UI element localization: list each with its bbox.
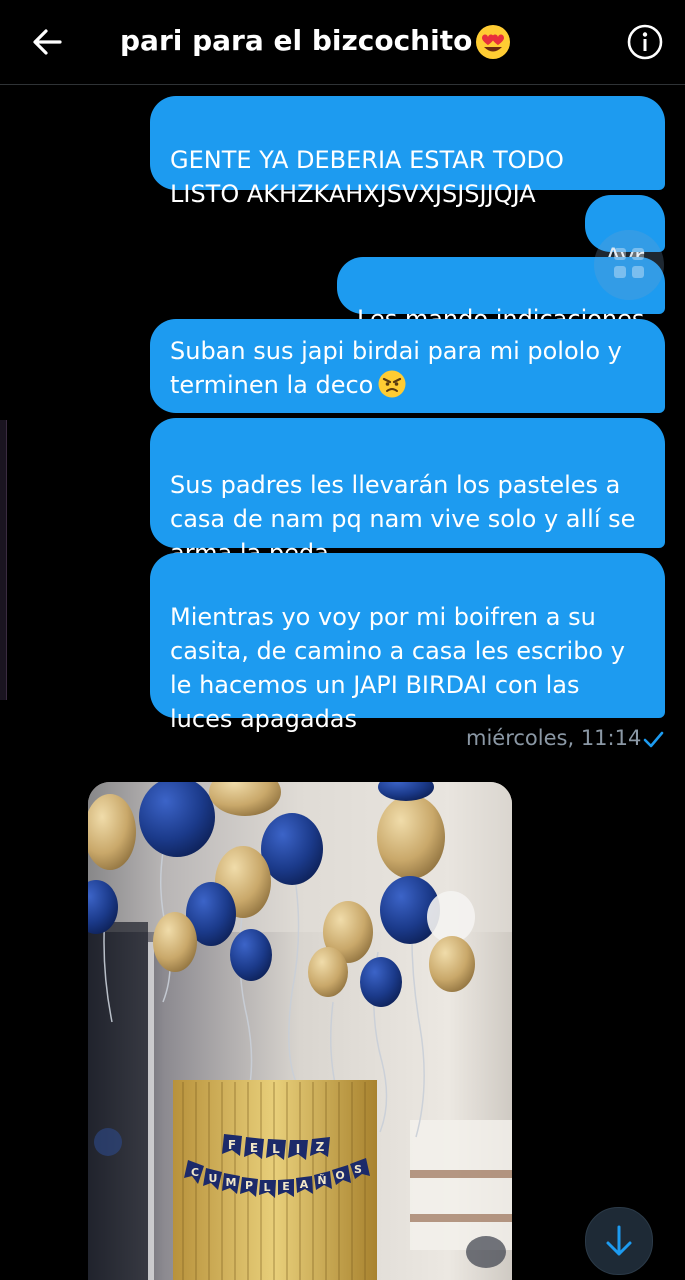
side-panel-edge	[0, 420, 7, 700]
message-bubble[interactable]: Mientras yo voy por mi boifren a su casi…	[150, 553, 665, 733]
banner-letter: L	[263, 1181, 270, 1194]
arrow-down-icon	[606, 1225, 632, 1256]
banner-letter: U	[209, 1172, 218, 1185]
message-text: GENTE YA DEBERIA ESTAR TODO LISTO AKHZKA…	[170, 146, 564, 208]
heart-eyes-emoji	[476, 25, 511, 59]
banner-letter: S	[354, 1163, 362, 1176]
banner-letter: Z	[316, 1140, 325, 1154]
banner-letter: C	[191, 1166, 199, 1179]
banner-letter: F	[228, 1138, 236, 1152]
message-text: Mientras yo voy por mi boifren a su casi…	[170, 603, 625, 733]
banner-letter: M	[226, 1176, 237, 1189]
banner-letter: E	[282, 1180, 290, 1193]
photo-attachment[interactable]: F E L I Z C U M P L E A Ñ O S	[88, 782, 512, 1280]
banner-letter: A	[300, 1178, 309, 1191]
angry-face-emoji	[378, 370, 406, 398]
conversation-title-text: pari para el bizcochito	[120, 24, 473, 57]
banner-letter: E	[250, 1141, 258, 1155]
message-bubble[interactable]: GENTE YA DEBERIA ESTAR TODO LISTO AKHZKA…	[150, 96, 665, 208]
grid-icon	[614, 248, 644, 278]
banner-letter: Ñ	[317, 1174, 326, 1187]
scroll-to-bottom-button[interactable]	[585, 1207, 653, 1275]
drag-handle[interactable]	[594, 230, 664, 300]
chat-header: pari para el bizcochito	[0, 0, 685, 85]
info-icon[interactable]	[625, 22, 665, 62]
banner-letter: L	[272, 1142, 280, 1156]
read-check-icon	[643, 731, 664, 748]
banner-letter: O	[335, 1169, 344, 1182]
message-bubble[interactable]: Suban sus japi birdai para mi pololo y t…	[150, 319, 665, 413]
conversation-title[interactable]: pari para el bizcochito	[120, 20, 512, 62]
banner-letter: P	[245, 1179, 253, 1192]
party-photo: F E L I Z C U M P L E A Ñ O S	[88, 782, 512, 1280]
message-bubble[interactable]: Sus padres les llevarán los pasteles a c…	[150, 418, 665, 567]
message-timestamp: miércoles, 11:14	[466, 726, 642, 750]
arrow-left-icon[interactable]	[30, 24, 66, 60]
banner-letter: I	[296, 1142, 300, 1156]
